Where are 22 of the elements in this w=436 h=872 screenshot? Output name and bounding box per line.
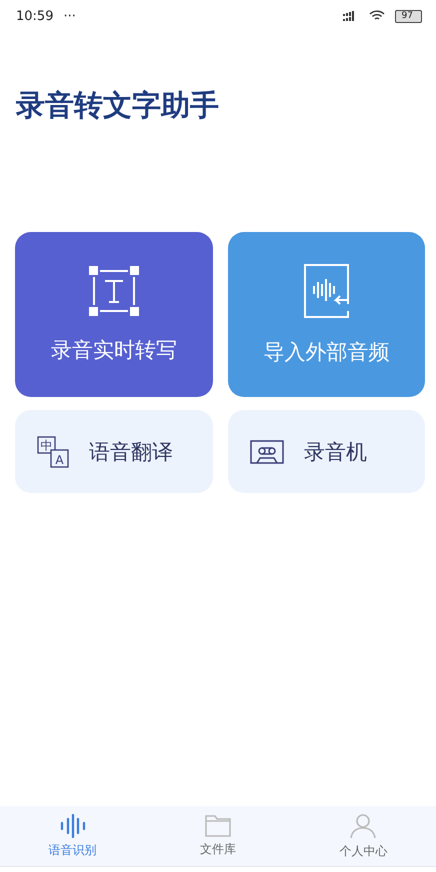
tab-item[interactable]: 语音识别: [0, 806, 146, 866]
wifi-icon: [368, 10, 385, 22]
status-dots: ···: [63, 8, 76, 24]
status-time: 10:59: [16, 8, 54, 24]
audio-file-icon: [304, 264, 350, 318]
cassette-icon: [250, 440, 284, 464]
card-label: 导入外部音频: [264, 338, 390, 366]
feature-card[interactable]: 录音实时转写: [15, 232, 213, 397]
battery-indicator: 97: [394, 10, 422, 22]
sound-wave-icon: [60, 814, 86, 838]
tool-card[interactable]: 中 A 语音翻译: [15, 410, 213, 493]
tool-card[interactable]: 录音机: [228, 410, 425, 493]
text-frame-icon: [89, 266, 139, 316]
tab-item[interactable]: 文件库: [145, 806, 291, 866]
card-label: 录音实时转写: [51, 336, 177, 364]
feature-card[interactable]: 导入外部音频: [228, 232, 425, 397]
tab-item[interactable]: 个人中心: [290, 806, 436, 866]
person-icon: [350, 812, 376, 838]
app-title: 录音转文字助手: [16, 87, 220, 124]
card-label: 语音翻译: [89, 438, 173, 466]
folder-icon: [204, 814, 231, 836]
card-label: 录音机: [304, 438, 367, 466]
